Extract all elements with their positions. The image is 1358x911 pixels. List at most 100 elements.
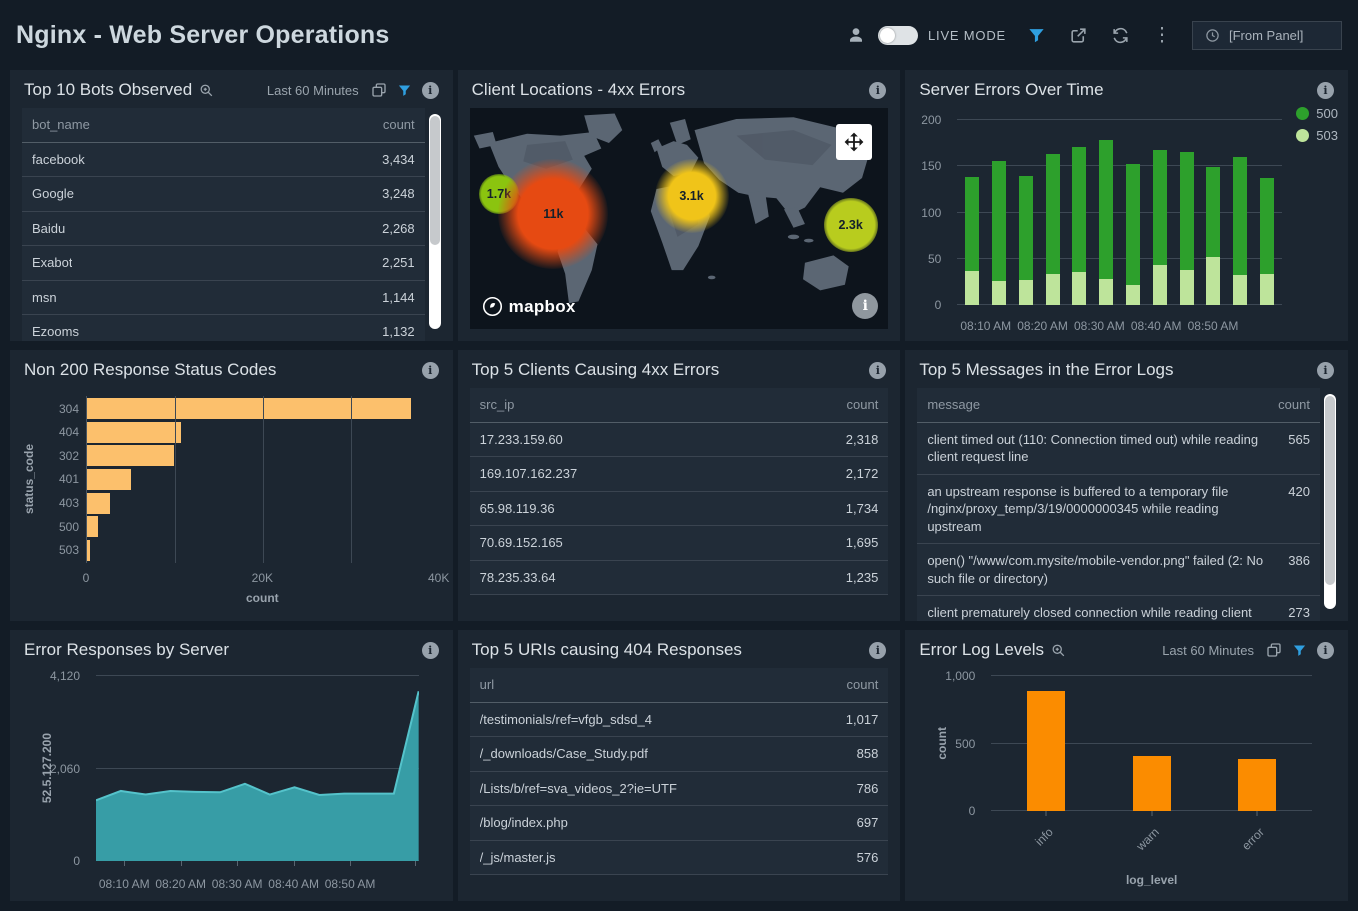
info-icon[interactable] <box>422 642 439 659</box>
bar-segment <box>1260 178 1274 274</box>
copy-panel-icon[interactable] <box>371 82 387 98</box>
table-row[interactable]: 65.98.119.361,734 <box>470 492 889 527</box>
live-mode-toggle[interactable] <box>878 26 918 45</box>
scrollbar[interactable] <box>1324 394 1336 609</box>
info-icon[interactable] <box>422 82 439 99</box>
zoom-in-icon[interactable] <box>199 83 214 98</box>
bar[interactable] <box>1027 691 1065 811</box>
share-icon[interactable] <box>1066 23 1090 47</box>
stacked-bar[interactable] <box>1206 120 1220 305</box>
stacked-bar[interactable] <box>1153 120 1167 305</box>
stacked-bar[interactable] <box>1019 120 1033 305</box>
table-row[interactable]: facebook3,434 <box>22 143 425 178</box>
legend-swatch <box>1296 129 1309 142</box>
more-options-icon[interactable] <box>1150 23 1174 47</box>
bar[interactable] <box>87 516 98 537</box>
stacked-bar[interactable] <box>1072 120 1086 305</box>
cell-key: Exabot <box>32 254 72 272</box>
table-row[interactable]: 169.107.162.2372,172 <box>470 457 889 492</box>
info-icon[interactable] <box>1317 82 1334 99</box>
bar[interactable] <box>87 422 181 443</box>
info-icon[interactable] <box>869 362 886 379</box>
cell-value: 386 <box>1288 552 1310 570</box>
filter-icon[interactable] <box>397 83 412 98</box>
y-tick-label: 403 <box>41 496 79 510</box>
table-row[interactable]: /Lists/b/ref=sva_videos_2?ie=UTF786 <box>470 772 889 807</box>
filter-icon[interactable] <box>1024 23 1048 47</box>
scrollbar-thumb[interactable] <box>430 116 440 245</box>
bar-segment <box>992 281 1006 305</box>
table-row[interactable]: open() "/www/com.mysite/mobile-vendor.pn… <box>917 544 1320 596</box>
table-row[interactable]: Baidu2,268 <box>22 212 425 247</box>
table-row[interactable]: 70.69.152.1651,695 <box>470 526 889 561</box>
expand-map-button[interactable] <box>836 124 872 160</box>
bar[interactable] <box>1238 759 1276 811</box>
time-range-selector[interactable]: [From Panel] <box>1192 21 1342 50</box>
scrollbar[interactable] <box>429 114 441 329</box>
y-tick-label: 4,120 <box>50 669 80 683</box>
table-row[interactable]: /testimonials/ref=vfgb_sdsd_41,017 <box>470 703 889 738</box>
bar[interactable] <box>87 445 174 466</box>
cell-key: Ezooms <box>32 323 79 341</box>
bar-segment <box>1099 140 1113 279</box>
stacked-bar[interactable] <box>1126 120 1140 305</box>
legend-item[interactable]: 503 <box>1296 128 1338 143</box>
table-row[interactable]: Exabot2,251 <box>22 246 425 281</box>
x-tick-label: 08:30 AM <box>1074 319 1125 333</box>
copy-panel-icon[interactable] <box>1266 642 1282 658</box>
table-row[interactable]: Google3,248 <box>22 177 425 212</box>
bar[interactable] <box>87 398 411 419</box>
info-icon[interactable] <box>869 642 886 659</box>
cell-value: 1,132 <box>382 323 415 341</box>
table-row[interactable]: client prematurely closed connection whi… <box>917 596 1320 621</box>
user-icon[interactable] <box>844 23 868 47</box>
table-row[interactable]: client timed out (110: Connection timed … <box>917 423 1320 475</box>
x-tick-label: 08:50 AM <box>325 877 376 891</box>
table-row[interactable]: msn1,144 <box>22 281 425 316</box>
legend-item[interactable]: 500 <box>1296 106 1338 121</box>
table-row[interactable]: an upstream response is buffered to a te… <box>917 475 1320 545</box>
horizontal-bar-chart: 304404302401403500503 <box>86 396 439 563</box>
bar[interactable] <box>87 493 110 514</box>
map-bubble[interactable]: 3.1k <box>655 159 729 233</box>
stacked-bar[interactable] <box>1260 120 1274 305</box>
bots-table: bot_namecountfacebook3,434Google3,248Bai… <box>22 108 425 341</box>
bar-segment <box>1153 265 1167 305</box>
info-icon[interactable] <box>1317 642 1334 659</box>
table-row[interactable]: 78.235.33.641,235 <box>470 561 889 596</box>
zoom-in-icon[interactable] <box>1051 643 1066 658</box>
bar-segment <box>1206 167 1220 257</box>
scrollbar-thumb[interactable] <box>1325 396 1335 585</box>
stacked-bar[interactable] <box>1099 120 1113 305</box>
bubble-label: 2.3k <box>838 218 862 232</box>
bar-segment <box>1233 275 1247 305</box>
info-icon[interactable] <box>422 362 439 379</box>
stacked-bar[interactable] <box>1233 120 1247 305</box>
map-bubble[interactable]: 11k <box>498 159 608 269</box>
stacked-bar[interactable] <box>1180 120 1194 305</box>
clock-icon <box>1205 28 1220 43</box>
bar[interactable] <box>87 540 90 561</box>
filter-icon[interactable] <box>1292 643 1307 658</box>
map-info-icon[interactable] <box>852 293 878 319</box>
table-row[interactable]: /_downloads/Case_Study.pdf858 <box>470 737 889 772</box>
table-row[interactable]: /blog/index.php697 <box>470 806 889 841</box>
bar[interactable] <box>1133 756 1171 811</box>
stacked-bar[interactable] <box>992 120 1006 305</box>
cell-value: 3,434 <box>382 151 415 169</box>
map-bubble[interactable]: 2.3k <box>824 198 878 252</box>
table-row[interactable]: /_js/master.js576 <box>470 841 889 876</box>
mapbox-attribution[interactable]: mapbox <box>482 296 576 317</box>
stacked-bar[interactable] <box>965 120 979 305</box>
x-axis-title: count <box>246 591 279 605</box>
refresh-icon[interactable] <box>1108 23 1132 47</box>
map-canvas[interactable]: 1.7k11k3.1k2.3k mapbox <box>470 108 889 329</box>
panel-client-locations: Client Locations - 4xx Errors <box>458 70 901 341</box>
stacked-bar[interactable] <box>1046 120 1060 305</box>
info-icon[interactable] <box>869 82 886 99</box>
bar[interactable] <box>87 469 131 490</box>
area-chart[interactable] <box>96 676 419 861</box>
table-row[interactable]: 17.233.159.602,318 <box>470 423 889 458</box>
info-icon[interactable] <box>1317 362 1334 379</box>
table-row[interactable]: Ezooms 1,132 <box>22 315 425 341</box>
